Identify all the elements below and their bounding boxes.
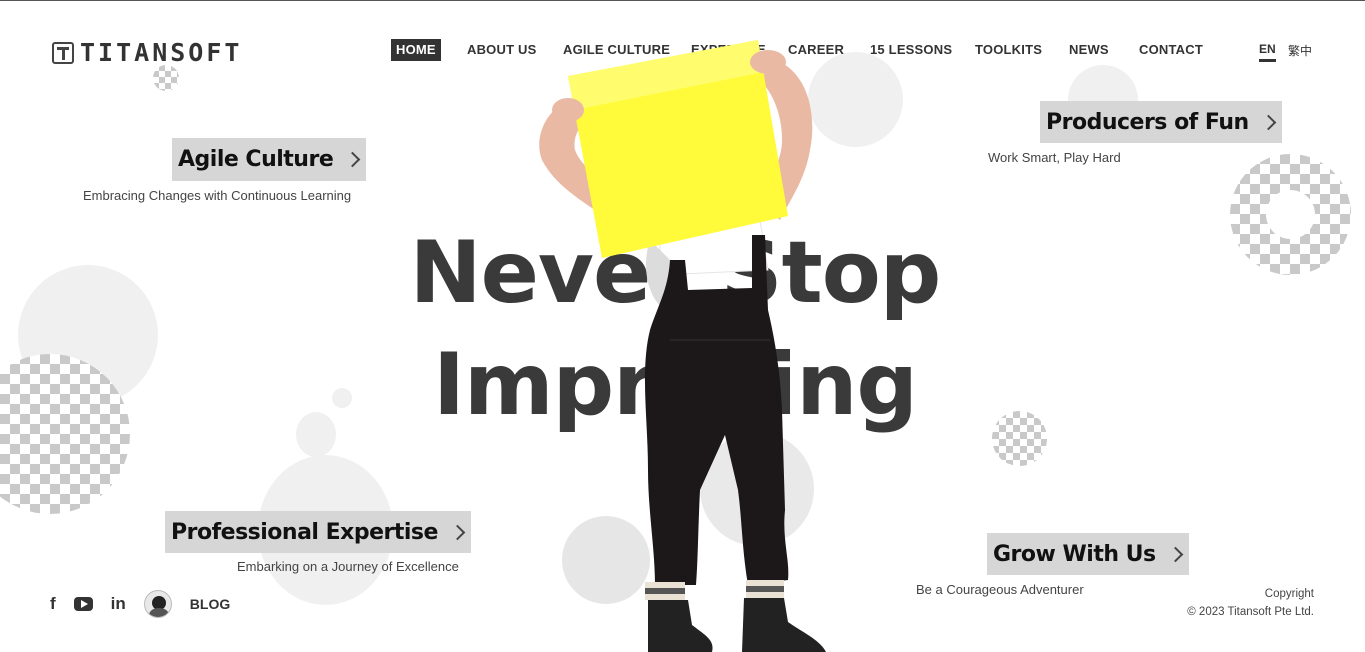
grow-with-us-title: Grow With Us (993, 541, 1156, 567)
producers-of-fun-callout[interactable]: Producers of Fun (1040, 101, 1282, 143)
grow-with-us-callout[interactable]: Grow With Us (987, 533, 1189, 575)
right-sock-stripe (746, 586, 784, 592)
youtube-icon[interactable] (73, 597, 93, 611)
logo-mark-icon (52, 41, 74, 64)
logo-text: TITANSOFT (80, 38, 243, 67)
producers-of-fun-title: Producers of Fun (1046, 109, 1249, 135)
chevron-right-icon (449, 524, 466, 540)
chevron-right-icon (1260, 114, 1276, 130)
left-sock-stripe (645, 588, 685, 594)
grow-with-us-subtitle: Be a Courageous Adventurer (916, 582, 1084, 597)
blog-link[interactable]: BLOG (190, 596, 230, 612)
titansoft-logo[interactable]: TITANSOFT (52, 38, 242, 67)
linkedin-icon[interactable]: in (111, 594, 126, 614)
language-zh[interactable]: 繁中 (1288, 42, 1312, 59)
blog-avatar-icon[interactable] (143, 590, 172, 618)
agile-culture-callout[interactable]: Agile Culture (172, 138, 367, 181)
right-boot (742, 598, 826, 652)
right-hand (750, 50, 786, 74)
social-links: f in BLOG (50, 590, 230, 618)
professional-expertise-title: Professional Expertise (171, 519, 438, 545)
overalls (644, 235, 789, 585)
nav-15-lessons[interactable]: 15 LESSONS (870, 39, 952, 61)
left-hand (552, 98, 584, 122)
nav-contact[interactable]: CONTACT (1139, 39, 1203, 61)
copyright-label: Copyright (1264, 588, 1314, 600)
hero-figure-image (539, 40, 826, 652)
left-boot (648, 600, 713, 652)
facebook-icon[interactable]: f (50, 594, 56, 614)
nav-news[interactable]: NEWS (1069, 39, 1109, 61)
nav-toolkits[interactable]: TOOLKITS (975, 39, 1042, 61)
copyright-text: © 2023 Titansoft Pte Ltd. (1187, 606, 1314, 618)
nav-home[interactable]: HOME (391, 39, 441, 61)
language-en[interactable]: EN (1259, 42, 1276, 62)
agile-culture-subtitle: Embracing Changes with Continuous Learni… (83, 188, 352, 203)
copyright: Copyright © 2023 Titansoft Pte Ltd. (1187, 585, 1314, 621)
professional-expertise-subtitle: Embarking on a Journey of Excellence (237, 559, 459, 574)
producers-of-fun-subtitle: Work Smart, Play Hard (988, 150, 1121, 165)
chevron-right-icon (344, 151, 361, 168)
checker-circle (153, 65, 179, 91)
chevron-right-icon (1167, 546, 1183, 562)
bg-circle (296, 412, 336, 457)
professional-expertise-callout[interactable]: Professional Expertise (165, 511, 471, 553)
top-border (0, 0, 1365, 1)
checker-ring-hole (1266, 190, 1315, 239)
agile-culture-title: Agile Culture (178, 147, 334, 172)
